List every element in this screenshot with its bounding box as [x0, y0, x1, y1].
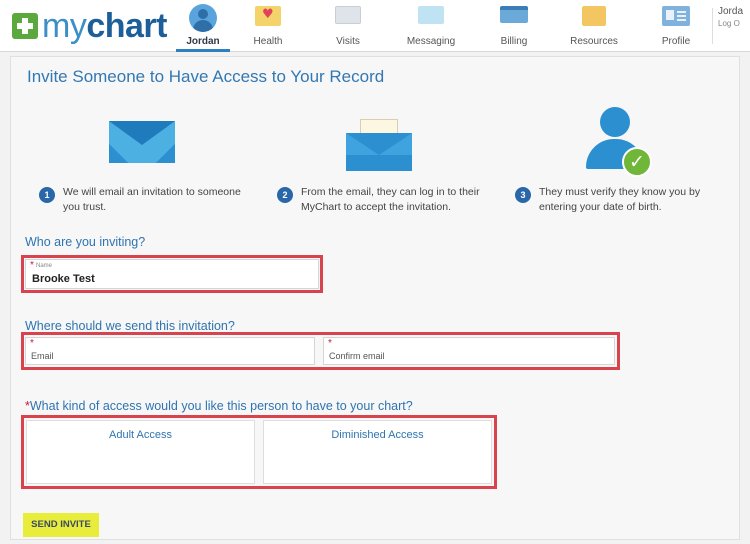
send-invite-button[interactable]: SEND INVITE — [23, 513, 99, 537]
name-field-value: Brooke Test — [32, 273, 95, 285]
email-placeholder: Email — [31, 351, 54, 361]
step-number: 1 — [39, 187, 55, 203]
open-envelope-icon — [346, 119, 412, 171]
step-number: 3 — [515, 187, 531, 203]
step-text-line: From the email, they can log in to their — [301, 186, 480, 198]
nav-resources-label: Resources — [570, 36, 618, 47]
nav-item-visits[interactable]: Visits — [318, 0, 378, 52]
mychart-plus-icon — [12, 13, 38, 39]
access-question-label: *What kind of access would you like this… — [25, 399, 413, 413]
required-star: * — [30, 260, 34, 271]
adult-access-label: Adult Access — [109, 429, 172, 441]
diminished-access-label: Diminished Access — [331, 429, 424, 441]
confirm-email-placeholder: Confirm email — [329, 351, 385, 361]
profile-icon — [662, 6, 690, 26]
nav-billing-label: Billing — [500, 36, 528, 47]
step-text-line: They must verify they know you by — [539, 186, 701, 198]
step-text: They must verify they know you by enteri… — [539, 185, 700, 215]
billing-icon — [500, 6, 528, 23]
step-text: We will email an invitation to someone y… — [63, 185, 241, 215]
nav-item-health[interactable]: Health — [238, 0, 298, 52]
mychart-logo[interactable]: mychart — [12, 6, 167, 46]
diminished-access-option[interactable]: Diminished Access — [263, 420, 492, 484]
user-menu-name: Jorda — [718, 6, 744, 17]
logout-link[interactable]: Log O — [718, 19, 750, 28]
header-divider — [712, 8, 713, 44]
confirm-email-field[interactable]: * Confirm email — [323, 337, 615, 365]
access-question-text: What kind of access would you like this … — [29, 399, 413, 413]
required-star: * — [30, 338, 34, 349]
messaging-icon — [418, 6, 444, 24]
nav-item-billing[interactable]: Billing — [484, 0, 544, 52]
step-text-line: We will email an invitation to someone — [63, 186, 241, 198]
user-menu[interactable]: Jorda Log O — [718, 6, 750, 28]
step-text-line: you trust. — [63, 201, 107, 213]
nav-item-user[interactable]: Jordan — [176, 0, 230, 52]
required-star: * — [328, 338, 332, 349]
step-text: From the email, they can log in to their… — [301, 185, 480, 215]
nav-visits-label: Visits — [336, 36, 360, 47]
invite-proxy-panel: Invite Someone to Have Access to Your Re… — [10, 56, 740, 540]
checkmark-icon: ✓ — [622, 147, 652, 177]
who-inviting-label: Who are you inviting? — [25, 235, 146, 249]
nav-user-label: Jordan — [186, 36, 220, 47]
step-text-line: MyChart to accept the invitation. — [301, 201, 451, 213]
nav-item-resources[interactable]: Resources — [562, 0, 626, 52]
nav-item-messaging[interactable]: Messaging — [400, 0, 462, 52]
visits-icon — [335, 6, 361, 24]
nav-profile-label: Profile — [661, 36, 691, 47]
step-number: 2 — [277, 187, 293, 203]
name-field-label: Name — [36, 263, 53, 269]
page-title: Invite Someone to Have Access to Your Re… — [27, 67, 385, 86]
closed-envelope-icon — [109, 121, 175, 163]
logo-my-text: my — [42, 7, 87, 45]
step-text-line: entering your date of birth. — [539, 201, 662, 213]
logo-chart-text: chart — [86, 7, 167, 45]
health-icon — [255, 6, 281, 26]
email-field[interactable]: * Email — [25, 337, 315, 365]
resources-icon — [582, 6, 606, 26]
adult-access-option[interactable]: Adult Access — [26, 420, 255, 484]
verified-person-icon: ✓ — [586, 107, 656, 177]
nav-health-label: Health — [253, 36, 283, 47]
user-avatar-icon — [189, 4, 217, 32]
mychart-logo-text: mychart — [42, 6, 167, 46]
nav-messaging-label: Messaging — [406, 36, 456, 47]
nav-item-profile[interactable]: Profile — [646, 0, 706, 52]
send-where-label: Where should we send this invitation? — [25, 319, 235, 333]
name-field[interactable]: * Name Brooke Test — [25, 259, 319, 289]
top-navigation-bar: mychart Jordan Health Visits Messaging B… — [0, 0, 750, 52]
